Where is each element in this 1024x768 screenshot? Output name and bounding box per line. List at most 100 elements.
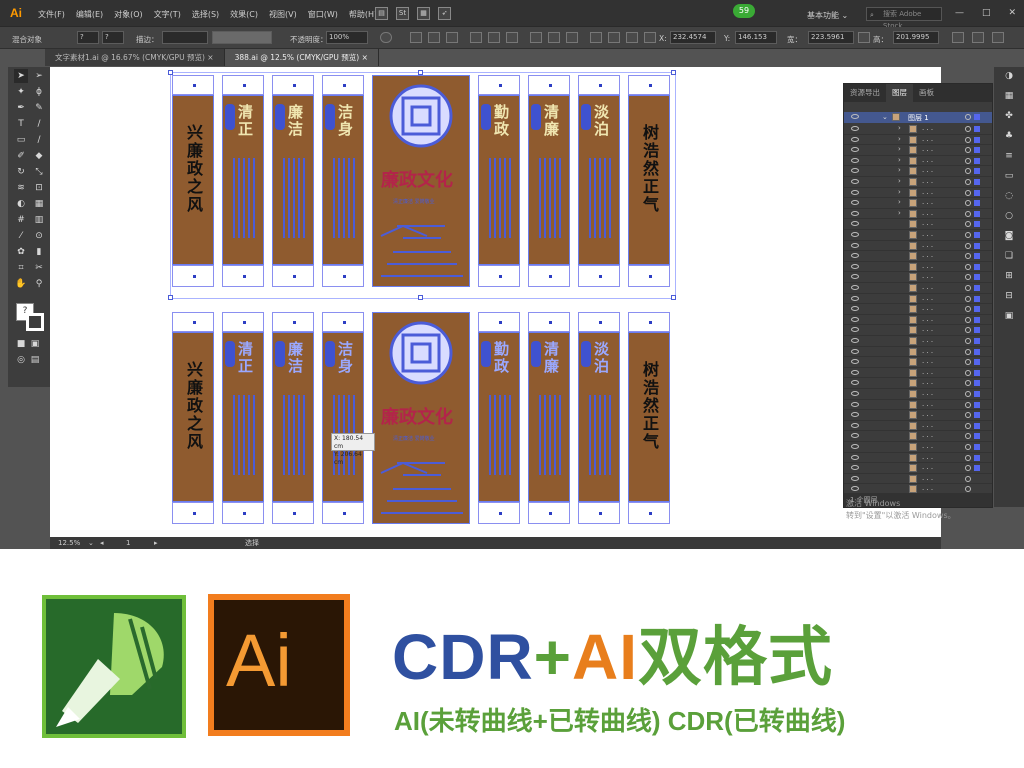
stroke-weight-field[interactable] bbox=[162, 31, 208, 44]
panel-cap-bottom[interactable] bbox=[222, 502, 264, 524]
eraser-icon[interactable]: ◆ bbox=[32, 149, 46, 163]
gradient-tool-icon[interactable]: ▥ bbox=[32, 213, 46, 227]
layer-row[interactable]: . . . bbox=[844, 357, 992, 368]
visibility-eye-icon[interactable] bbox=[851, 210, 859, 216]
target-icon[interactable] bbox=[965, 422, 971, 429]
rectangle-tool-icon[interactable]: ▭ bbox=[14, 133, 28, 147]
visibility-eye-icon[interactable] bbox=[851, 200, 859, 206]
draw-mode-icon[interactable]: ◎ bbox=[14, 353, 28, 367]
visibility-eye-icon[interactable] bbox=[851, 327, 859, 333]
tab-artboards[interactable]: 画板 bbox=[913, 84, 940, 102]
rocket-icon[interactable]: ➶ bbox=[438, 7, 451, 20]
magic-wand-icon[interactable]: ✦ bbox=[14, 85, 28, 99]
scale-tool-icon[interactable]: ⤡ bbox=[32, 165, 46, 179]
zoom-level[interactable]: 12.5% bbox=[58, 537, 80, 549]
visibility-eye-icon[interactable] bbox=[851, 179, 859, 184]
selection-indicator[interactable] bbox=[974, 369, 980, 376]
layer-row[interactable]: . . . bbox=[844, 347, 992, 358]
selection-indicator[interactable] bbox=[974, 221, 980, 228]
panel-cap-top[interactable] bbox=[172, 312, 214, 332]
swatches-icon[interactable]: ▦ bbox=[1002, 89, 1016, 103]
visibility-eye-icon[interactable] bbox=[851, 189, 859, 195]
target-icon[interactable] bbox=[965, 348, 971, 355]
layer-row[interactable]: . . . bbox=[844, 304, 992, 315]
curvature-tool-icon[interactable]: ✎ bbox=[32, 101, 46, 115]
target-icon[interactable] bbox=[965, 136, 971, 143]
visibility-eye-icon[interactable] bbox=[851, 422, 859, 428]
x-field[interactable]: 232.4574 bbox=[670, 31, 716, 44]
layer-row[interactable]: › . . . bbox=[844, 156, 992, 167]
gradient-panel-icon[interactable]: ▭ bbox=[1002, 169, 1016, 183]
layer-row[interactable]: . . . bbox=[844, 262, 992, 273]
panel-cap-bottom[interactable] bbox=[172, 502, 214, 524]
artboard-tool-icon[interactable]: ⌗ bbox=[14, 261, 28, 275]
banner-panel[interactable]: 兴廉政之风 bbox=[172, 332, 214, 502]
gradient-mode-icon[interactable]: ▣ bbox=[28, 337, 42, 351]
visibility-eye-icon[interactable] bbox=[851, 433, 859, 439]
center-panel[interactable]: 廉政文化 清正廉洁 爱岗敬业 bbox=[372, 312, 470, 524]
selection-indicator[interactable] bbox=[974, 168, 980, 175]
target-icon[interactable] bbox=[965, 444, 971, 450]
selection-indicator[interactable] bbox=[974, 465, 980, 472]
layer-row[interactable]: . . . bbox=[844, 294, 992, 305]
panel-cap-bottom[interactable] bbox=[322, 502, 364, 524]
distribute-center-icon[interactable] bbox=[608, 32, 620, 43]
tab-document-1[interactable]: 文字素材1.ai @ 16.67% (CMYK/GPU 预览) × bbox=[45, 49, 225, 66]
visibility-eye-icon[interactable] bbox=[851, 114, 859, 119]
panel-cap-top[interactable] bbox=[222, 312, 264, 332]
visibility-eye-icon[interactable] bbox=[851, 157, 859, 163]
menu-file[interactable]: 文件(F) bbox=[38, 9, 65, 20]
color-panel-icon[interactable]: ◑ bbox=[1002, 69, 1016, 83]
layer-row[interactable]: . . . bbox=[844, 272, 992, 283]
selection-indicator[interactable] bbox=[974, 274, 980, 281]
variable-width-field[interactable] bbox=[212, 31, 272, 44]
slice-tool-icon[interactable]: ✂ bbox=[32, 261, 46, 275]
menu-select[interactable]: 选择(S) bbox=[192, 9, 219, 20]
workspace-switcher[interactable]: 基本功能 ⌄ bbox=[807, 10, 848, 21]
maximize-button[interactable]: □ bbox=[982, 8, 991, 18]
banner-panel[interactable]: 廉洁 bbox=[272, 332, 314, 502]
target-icon[interactable] bbox=[965, 168, 971, 175]
blend-tool-icon[interactable]: ⊙ bbox=[32, 229, 46, 243]
rotate-tool-icon[interactable]: ↻ bbox=[14, 165, 28, 179]
target-icon[interactable] bbox=[965, 433, 971, 440]
width-tool-icon[interactable]: ≋ bbox=[14, 181, 28, 195]
target-icon[interactable] bbox=[965, 465, 971, 472]
expand-icon[interactable]: › bbox=[898, 209, 901, 217]
link-icon[interactable] bbox=[858, 32, 870, 43]
target-icon[interactable] bbox=[965, 359, 971, 366]
shaper-tool-icon[interactable]: ✐ bbox=[14, 149, 28, 163]
align-bottom-icon[interactable] bbox=[506, 32, 518, 43]
reference-point-icon[interactable] bbox=[644, 32, 656, 43]
mesh-tool-icon[interactable]: # bbox=[14, 213, 28, 227]
type-tool-icon[interactable]: T bbox=[14, 117, 28, 131]
panel-cap-bottom[interactable] bbox=[528, 502, 570, 524]
menu-help[interactable]: 帮助(H) bbox=[349, 9, 377, 20]
visibility-eye-icon[interactable] bbox=[851, 412, 859, 418]
target-icon[interactable] bbox=[965, 126, 971, 132]
distribute-top-icon[interactable] bbox=[530, 32, 542, 43]
visibility-eye-icon[interactable] bbox=[851, 253, 859, 259]
target-icon[interactable] bbox=[965, 274, 971, 281]
target-icon[interactable] bbox=[965, 327, 971, 334]
target-icon[interactable] bbox=[965, 369, 971, 376]
visibility-eye-icon[interactable] bbox=[851, 380, 859, 386]
selection-handle[interactable] bbox=[168, 70, 173, 75]
zoom-tool-icon[interactable]: ⚲ bbox=[32, 277, 46, 291]
transform-panel-icon[interactable]: ⊞ bbox=[1002, 269, 1016, 283]
tab-layers[interactable]: 图层 bbox=[886, 84, 913, 102]
target-icon[interactable] bbox=[965, 412, 971, 419]
selection-indicator[interactable] bbox=[974, 433, 980, 440]
target-icon[interactable] bbox=[965, 147, 971, 154]
selection-indicator[interactable] bbox=[974, 391, 980, 397]
layer-row[interactable]: › . . . bbox=[844, 124, 992, 135]
expand-icon[interactable]: › bbox=[898, 166, 901, 174]
selection-tool-icon[interactable]: ➤ bbox=[14, 69, 28, 83]
menu-window[interactable]: 窗口(W) bbox=[308, 9, 338, 20]
distribute-left-icon[interactable] bbox=[590, 32, 602, 43]
visibility-eye-icon[interactable] bbox=[851, 454, 859, 460]
panel-cap-top[interactable] bbox=[478, 312, 520, 332]
next-artboard-icon[interactable]: ▸ bbox=[154, 537, 158, 549]
arrange-icon[interactable]: ▦ bbox=[417, 7, 430, 20]
target-icon[interactable] bbox=[965, 486, 971, 493]
